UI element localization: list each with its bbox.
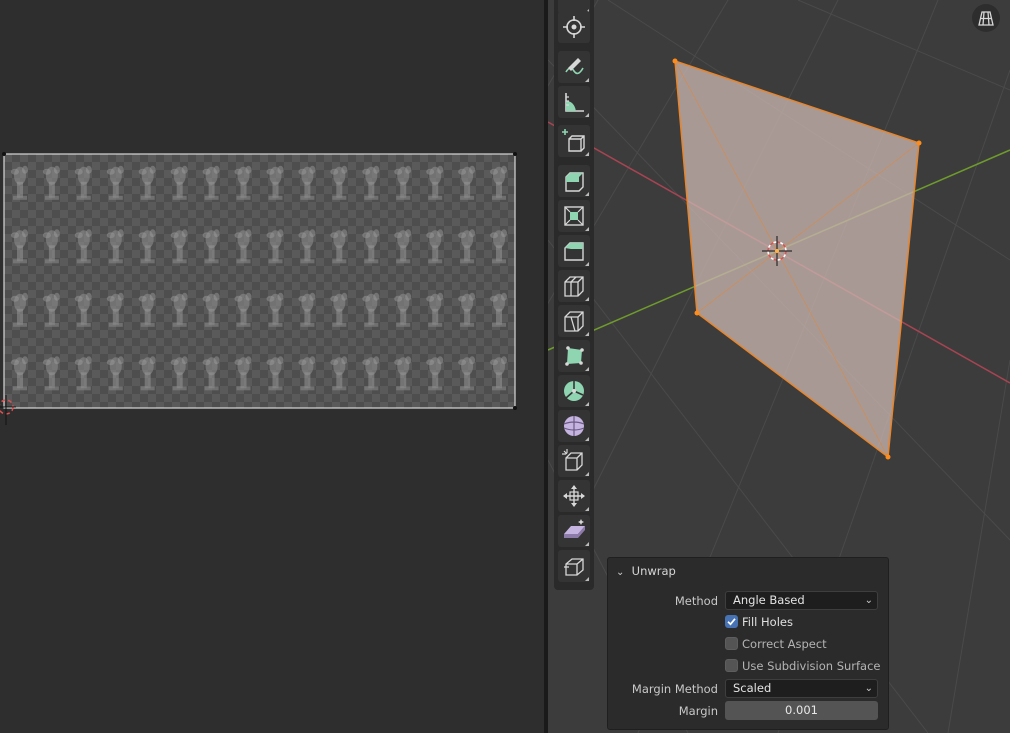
annotate-tool[interactable] [558,51,590,83]
use-subdivision-checkbox[interactable] [725,659,738,672]
method-dropdown[interactable]: Angle Based ⌄ [725,591,878,610]
poly-build-tool[interactable] [558,340,590,372]
chevron-down-icon: ⌄ [864,683,873,694]
add-cube-tool[interactable] [558,125,590,157]
shear-tool[interactable] [558,515,590,547]
selected-plane-face[interactable] [674,59,920,459]
panel-title: Unwrap [631,564,676,578]
method-value: Angle Based [733,593,805,607]
3d-viewport[interactable]: ⌄ Unwrap Method Angle Based ⌄ Fill Holes… [548,0,1010,733]
spin-icon [564,381,584,401]
extrude-icon [565,172,584,192]
use-subdivision-label: Use Subdivision Surface [742,659,881,673]
chevron-down-icon: ⌄ [864,595,873,606]
inset-tool[interactable] [558,200,590,232]
unwrap-panel-header[interactable]: ⌄ Unwrap [616,563,676,579]
measure-tool[interactable] [558,86,590,118]
object-origin [775,249,779,253]
correct-aspect-label: Correct Aspect [742,637,827,651]
uv-vertex-top-right[interactable] [513,152,517,156]
margin-method-value: Scaled [733,681,772,695]
ruler-icon [565,93,584,112]
perspective-toggle-button[interactable] [972,4,1000,32]
vertex[interactable] [916,140,922,146]
annotate-icon [565,58,584,75]
perspective-grid-icon [978,11,994,26]
extrude-tool[interactable] [558,165,590,197]
edge-slide-tool[interactable] [558,445,590,477]
checkmark-icon [727,618,736,626]
vertex[interactable] [694,310,700,316]
shear-icon [564,519,585,538]
shrink-fatten-icon [563,485,585,507]
cursor-icon [563,16,585,38]
loop-cut-tool[interactable] [558,270,590,302]
uv-editor-area[interactable] [0,0,544,733]
poly-build-icon [565,346,584,366]
knife-tool[interactable] [558,305,590,337]
margin-method-dropdown[interactable]: Scaled ⌄ [725,679,878,698]
chevron-down-icon: ⌄ [616,567,625,578]
margin-number-field[interactable]: 0.001 [725,701,878,720]
shrink-fatten-tool[interactable] [558,480,590,512]
fill-holes-checkbox[interactable] [725,615,738,628]
smooth-tool[interactable] [558,410,590,442]
tool-shelf [554,0,594,590]
knife-icon [564,311,584,332]
rip-region-tool[interactable] [558,550,590,582]
correct-aspect-checkbox[interactable] [725,637,738,650]
unwrap-operator-panel: ⌄ Unwrap Method Angle Based ⌄ Fill Holes… [607,557,889,730]
method-label: Method [674,594,718,608]
vertex[interactable] [672,58,678,64]
fill-holes-label: Fill Holes [742,615,793,629]
inset-icon [564,206,584,226]
add-cube-icon [562,129,585,152]
bevel-icon [564,242,584,261]
bevel-tool[interactable] [558,235,590,267]
loop-cut-icon [564,276,584,297]
rip-region-icon [564,558,584,576]
uv-vertex-bottom-right[interactable] [513,406,517,410]
edge-slide-icon [562,449,583,471]
uv-vertex-top-left[interactable] [2,152,6,156]
margin-label: Margin [678,704,718,718]
spin-tool[interactable] [558,375,590,407]
cursor-tool[interactable] [558,11,590,43]
uv-canvas[interactable] [0,0,544,733]
margin-method-label: Margin Method [631,682,718,696]
vertex[interactable] [885,454,891,460]
smooth-icon [563,416,585,436]
